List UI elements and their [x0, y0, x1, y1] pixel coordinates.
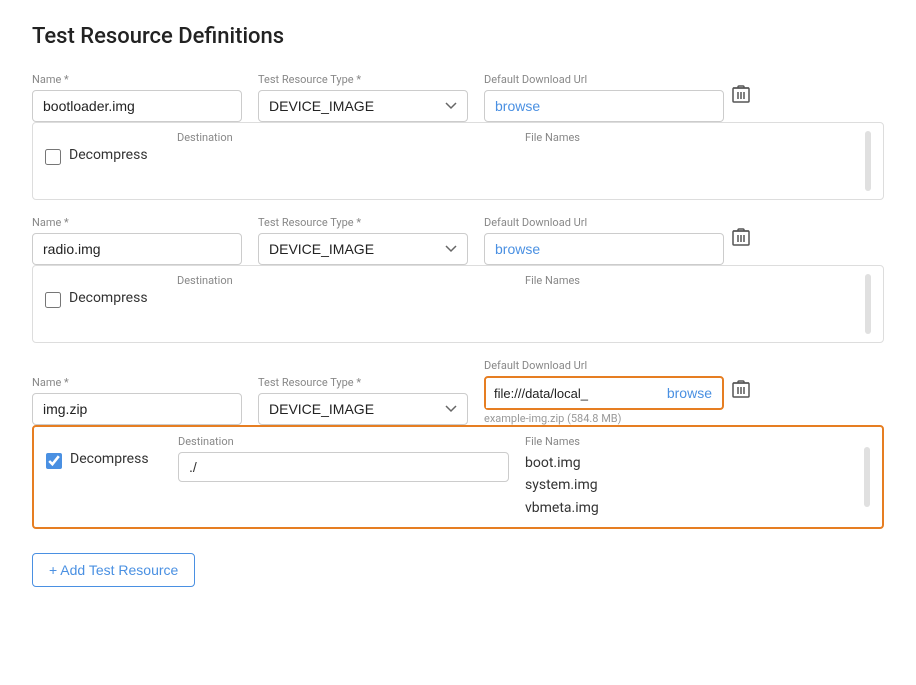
browse-button-1[interactable]: browse: [485, 91, 550, 121]
filenames-label-1: File Names: [525, 131, 857, 144]
url-input-3[interactable]: [486, 379, 657, 408]
filenames-label-2: File Names: [525, 274, 857, 287]
type-label-3: Test Resource Type *: [258, 376, 468, 389]
type-select-2[interactable]: DEVICE_IMAGE: [258, 233, 468, 265]
url-label-3: Default Download Url: [484, 359, 724, 372]
scrollbar-1[interactable]: [865, 131, 871, 191]
resource-secondary-row-3: Decompress Destination File Names boot.img …: [32, 425, 884, 529]
decompress-label-1: Decompress: [69, 147, 148, 163]
resource-secondary-row-1: Decompress Destination File Names: [32, 122, 884, 200]
destination-input-3[interactable]: [178, 452, 509, 482]
name-label-3: Name *: [32, 376, 242, 389]
name-label-1: Name *: [32, 73, 242, 86]
resource-main-row-1: Name * Test Resource Type * DEVICE_IMAGE…: [32, 73, 884, 122]
url-label-2: Default Download Url: [484, 216, 724, 229]
destination-label-3: Destination: [178, 435, 509, 448]
page-title: Test Resource Definitions: [32, 24, 884, 49]
decompress-label-3: Decompress: [70, 451, 149, 467]
filenames-content-3: boot.img system.img vbmeta.img: [525, 452, 856, 519]
add-test-resource-button[interactable]: + Add Test Resource: [32, 553, 195, 587]
decompress-checkbox-1[interactable]: [45, 149, 61, 165]
name-input-2[interactable]: [32, 233, 242, 265]
scrollbar-3[interactable]: [864, 447, 870, 507]
delete-button-1[interactable]: [724, 80, 758, 113]
delete-button-3[interactable]: [724, 375, 758, 408]
resources-container: Name * Test Resource Type * DEVICE_IMAGE…: [32, 73, 884, 529]
type-select-1[interactable]: DEVICE_IMAGE: [258, 90, 468, 122]
resource-block-1: Name * Test Resource Type * DEVICE_IMAGE…: [32, 73, 884, 200]
decompress-checkbox-2[interactable]: [45, 292, 61, 308]
type-select-3[interactable]: DEVICE_IMAGE: [258, 393, 468, 425]
name-input-1[interactable]: [32, 90, 242, 122]
type-label-1: Test Resource Type *: [258, 73, 468, 86]
type-label-2: Test Resource Type *: [258, 216, 468, 229]
destination-label-2: Destination: [177, 274, 509, 287]
resource-main-row-2: Name * Test Resource Type * DEVICE_IMAGE…: [32, 216, 884, 265]
url-container-3: browse: [484, 376, 724, 410]
name-label-2: Name *: [32, 216, 242, 229]
resource-block-3: Name * Test Resource Type * DEVICE_IMAGE…: [32, 359, 884, 529]
url-container-2: browse: [484, 233, 724, 265]
delete-button-2[interactable]: [724, 223, 758, 256]
url-subtitle-3: example-img.zip (584.8 MB): [484, 412, 724, 425]
name-input-3[interactable]: [32, 393, 242, 425]
decompress-label-2: Decompress: [69, 290, 148, 306]
resource-secondary-row-2: Decompress Destination File Names: [32, 265, 884, 343]
url-label-1: Default Download Url: [484, 73, 724, 86]
destination-label-1: Destination: [177, 131, 509, 144]
resource-block-2: Name * Test Resource Type * DEVICE_IMAGE…: [32, 216, 884, 343]
scrollbar-2[interactable]: [865, 274, 871, 334]
resource-main-row-3: Name * Test Resource Type * DEVICE_IMAGE…: [32, 359, 884, 425]
decompress-checkbox-3[interactable]: [46, 453, 62, 469]
browse-button-3[interactable]: browse: [657, 378, 722, 408]
url-container-1: browse: [484, 90, 724, 122]
filenames-label-3: File Names: [525, 435, 856, 448]
browse-button-2[interactable]: browse: [485, 234, 550, 264]
